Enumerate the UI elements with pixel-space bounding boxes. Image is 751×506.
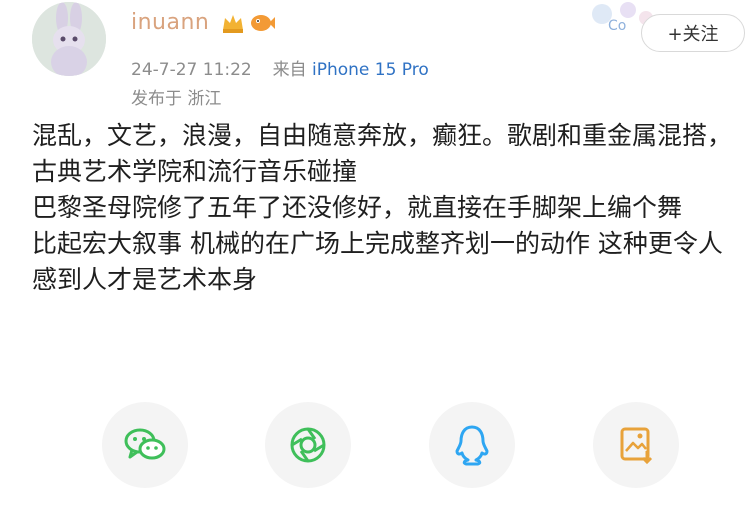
device-link[interactable]: iPhone 15 Pro (312, 60, 429, 80)
share-bar (0, 402, 751, 488)
username[interactable]: inuann (131, 10, 209, 35)
post-paragraph: 混乱，文艺，浪漫，自由随意奔放，癫狂。歌剧和重金属混搭，古典艺术学院和流行音乐碰… (32, 121, 733, 186)
qq-icon (455, 425, 489, 466)
crown-badge-icon (221, 12, 245, 38)
post-body: 混乱，文艺，浪漫，自由随意奔放，癫狂。歌剧和重金属混搭，古典艺术学院和流行音乐碰… (32, 118, 732, 298)
post-paragraph: 巴黎圣母院修了五年了还没修好，就直接在手脚架上编个舞 (32, 193, 683, 222)
avatar[interactable] (32, 2, 106, 76)
post-meta: 24-7-27 11:22 来自 iPhone 15 Pro (131, 55, 429, 80)
fish-badge-icon (250, 12, 276, 38)
post-location: 发布于 浙江 (131, 89, 222, 109)
qq-share-button[interactable] (429, 402, 515, 488)
post-paragraph: 比起宏大叙事 机械的在广场上完成整齐划一的动作 这种更令人感到人才是艺术本身 (32, 229, 723, 294)
save-image-button[interactable] (593, 402, 679, 488)
wechat-share-button[interactable] (102, 402, 188, 488)
source-prefix: 来自 (272, 60, 307, 80)
svg-text:Co: Co (608, 18, 626, 34)
save-image-icon (620, 427, 653, 465)
wechat-icon (124, 428, 166, 460)
timestamp: 24-7-27 11:22 (131, 60, 252, 80)
follow-button[interactable]: +关注 (641, 14, 745, 52)
bunny-avatar-icon (32, 2, 106, 76)
moments-share-button[interactable] (265, 402, 351, 488)
moments-icon (290, 427, 326, 463)
